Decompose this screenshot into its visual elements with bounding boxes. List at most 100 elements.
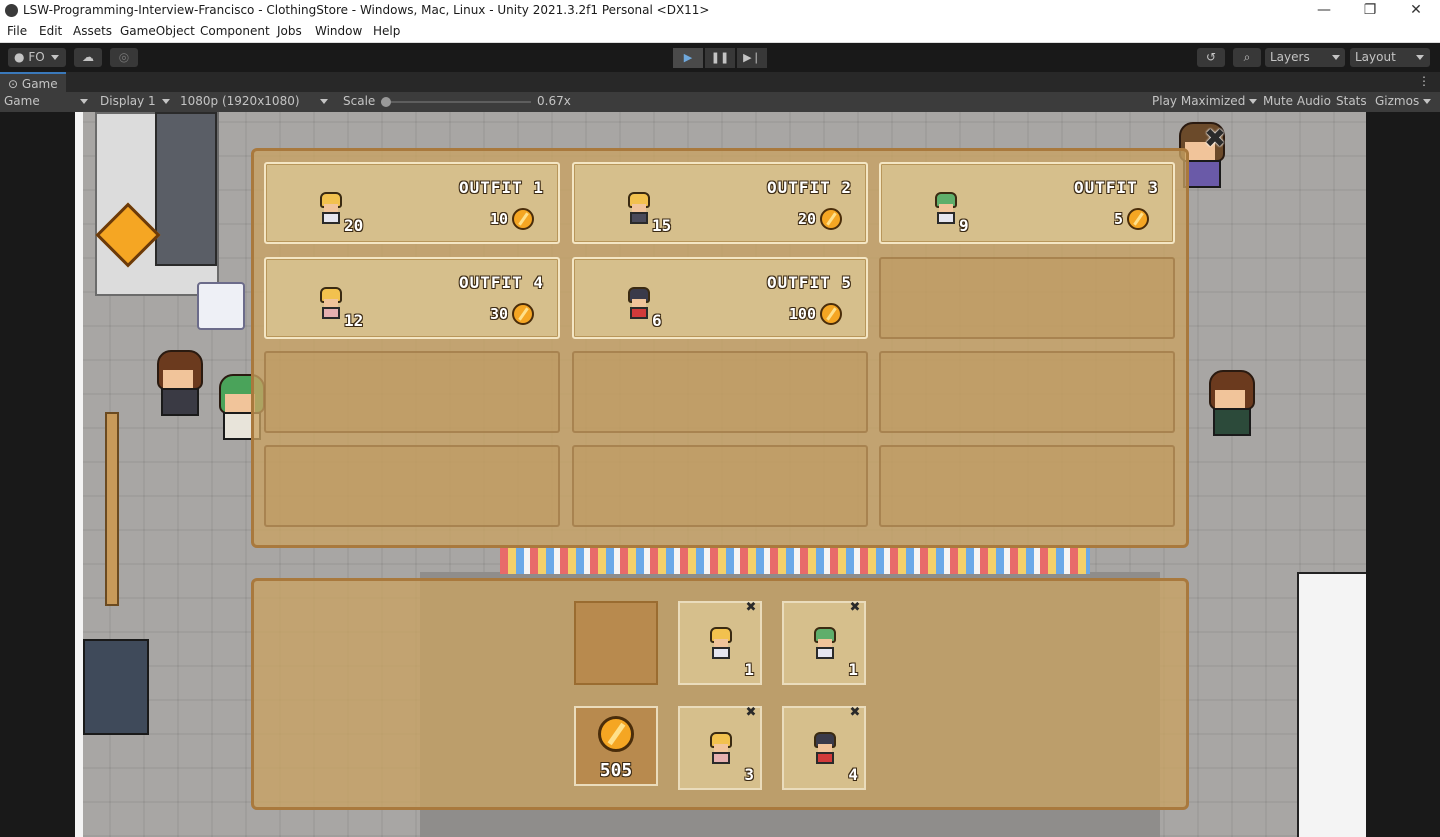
refrigerator	[155, 112, 217, 266]
shop-item-price: 30	[489, 305, 508, 323]
close-shop-button[interactable]: ✖	[1202, 126, 1228, 152]
shop-slot-empty	[264, 351, 560, 433]
outfit-icon	[318, 192, 344, 228]
money-amount: 505	[599, 760, 633, 781]
inventory-item-4[interactable]: ✖ 4	[782, 706, 866, 790]
outfit-icon	[708, 627, 734, 663]
outfit-icon	[626, 192, 652, 228]
menu-edit[interactable]: Edit	[39, 24, 62, 38]
tab-row: ⊙ Game ⋮	[0, 72, 1440, 92]
scale-slider[interactable]	[381, 97, 531, 107]
outfit-icon	[812, 627, 838, 663]
layout-dropdown[interactable]: Layout	[1350, 48, 1430, 67]
coin-icon	[820, 303, 842, 325]
shop-item-1[interactable]: 20 OUTFIT 1 10	[264, 162, 560, 244]
collab-button[interactable]: ◎	[110, 48, 138, 67]
shop-item-name: OUTFIT 1	[458, 178, 544, 197]
view-label: Game	[4, 94, 40, 108]
collab-icon: ◎	[118, 50, 130, 64]
search-button[interactable]: ⌕	[1233, 48, 1261, 67]
shop-item-5[interactable]: 6 OUTFIT 5 100	[572, 257, 868, 339]
shop-item-price: 10	[489, 210, 508, 228]
menu-help[interactable]: Help	[373, 24, 400, 38]
coin-icon	[1127, 208, 1149, 230]
shop-item-price: 20	[797, 210, 816, 228]
shop-item-name: OUTFIT 4	[458, 273, 544, 292]
window-titlebar: LSW-Programming-Interview-Francisco - Cl…	[0, 0, 1440, 22]
remove-item-button[interactable]: ✖	[848, 706, 862, 720]
shop-item-name: OUTFIT 3	[1073, 178, 1159, 197]
tab-game-label: Game	[21, 77, 58, 91]
remove-item-button[interactable]: ✖	[744, 601, 758, 615]
unity-logo-icon	[5, 4, 18, 17]
play-controls: ▶ ❚❚ ▶❘	[673, 48, 767, 68]
close-window-button[interactable]: ✕	[1393, 0, 1439, 22]
shop-item-4[interactable]: 12 OUTFIT 4 30	[264, 257, 560, 339]
minimize-button[interactable]: —	[1301, 0, 1347, 22]
account-label: FO	[28, 50, 45, 64]
poster-machine	[83, 639, 149, 735]
inventory-item-1[interactable]: ✖ 1	[678, 601, 762, 685]
shop-slot-empty	[572, 445, 868, 527]
clothing-rack	[500, 546, 1090, 574]
coin-icon	[820, 208, 842, 230]
cloud-button[interactable]: ☁	[74, 48, 102, 67]
display-label: Display 1	[100, 94, 156, 108]
coin-icon	[598, 716, 634, 752]
maximize-button[interactable]: ❐	[1347, 0, 1393, 22]
inventory-item-qty: 3	[744, 765, 754, 784]
inventory-item-2[interactable]: ✖ 1	[782, 601, 866, 685]
menu-assets[interactable]: Assets	[73, 24, 112, 38]
tab-game[interactable]: ⊙ Game	[0, 72, 66, 92]
scale-slider-thumb[interactable]	[381, 97, 391, 107]
menu-gameobject[interactable]: GameObject	[120, 24, 195, 38]
outfit-icon	[318, 287, 344, 323]
npc-customer-right	[1205, 370, 1255, 440]
tab-menu-icon[interactable]: ⋮	[1418, 74, 1430, 88]
view-dropdown[interactable]: Game	[4, 94, 88, 108]
remove-item-button[interactable]: ✖	[848, 601, 862, 615]
display-dropdown[interactable]: Display 1	[100, 94, 170, 108]
gizmos-dropdown[interactable]: Gizmos	[1375, 94, 1432, 108]
account-dropdown[interactable]: ● FO	[8, 48, 66, 67]
shop-slot-empty	[879, 257, 1175, 339]
shop-item-stock: 12	[344, 311, 364, 330]
shop-slot-empty	[572, 351, 868, 433]
layers-label: Layers	[1270, 50, 1310, 64]
mute-audio-toggle[interactable]: Mute Audio	[1263, 94, 1331, 108]
remove-item-button[interactable]: ✖	[744, 706, 758, 720]
pause-button[interactable]: ❚❚	[705, 48, 735, 68]
game-view-toolbar: Game Display 1 1080p (1920x1080) Scale 0…	[0, 92, 1440, 112]
inventory-item-3[interactable]: ✖ 3	[678, 706, 762, 790]
gizmos-label: Gizmos	[1375, 94, 1420, 108]
shop-item-price: 100	[788, 305, 816, 323]
money-display: 505	[574, 706, 658, 786]
scale-label: Scale	[343, 94, 376, 108]
menu-file[interactable]: File	[7, 24, 27, 38]
menu-window[interactable]: Window	[315, 24, 362, 38]
store-wall	[75, 112, 83, 837]
play-button[interactable]: ▶	[673, 48, 703, 68]
menu-component[interactable]: Component	[200, 24, 270, 38]
resolution-dropdown[interactable]: 1080p (1920x1080)	[180, 94, 328, 108]
shop-item-price: 5	[1113, 210, 1123, 228]
shop-item-2[interactable]: 15 OUTFIT 2 20	[572, 162, 868, 244]
shop-item-stock: 9	[959, 216, 969, 235]
inventory-item-qty: 1	[848, 660, 858, 679]
window-title: LSW-Programming-Interview-Francisco - Cl…	[23, 3, 710, 17]
shop-item-name: OUTFIT 5	[766, 273, 852, 292]
history-button[interactable]: ↺	[1197, 48, 1225, 67]
inventory-slot-empty[interactable]	[574, 601, 658, 685]
npc-shopkeeper	[153, 350, 203, 420]
cloud-icon: ☁	[82, 50, 94, 64]
shop-item-3[interactable]: 9 OUTFIT 3 5	[879, 162, 1175, 244]
menu-jobs[interactable]: Jobs	[277, 24, 302, 38]
layers-dropdown[interactable]: Layers	[1265, 48, 1345, 67]
stats-toggle[interactable]: Stats	[1336, 94, 1367, 108]
inventory-item-qty: 4	[848, 765, 858, 784]
step-button[interactable]: ▶❘	[737, 48, 767, 68]
shop-item-stock: 15	[652, 216, 672, 235]
play-mode-label: Play Maximized	[1152, 94, 1246, 108]
play-mode-dropdown[interactable]: Play Maximized	[1152, 94, 1258, 108]
gamepad-icon: ⊙	[8, 77, 19, 91]
